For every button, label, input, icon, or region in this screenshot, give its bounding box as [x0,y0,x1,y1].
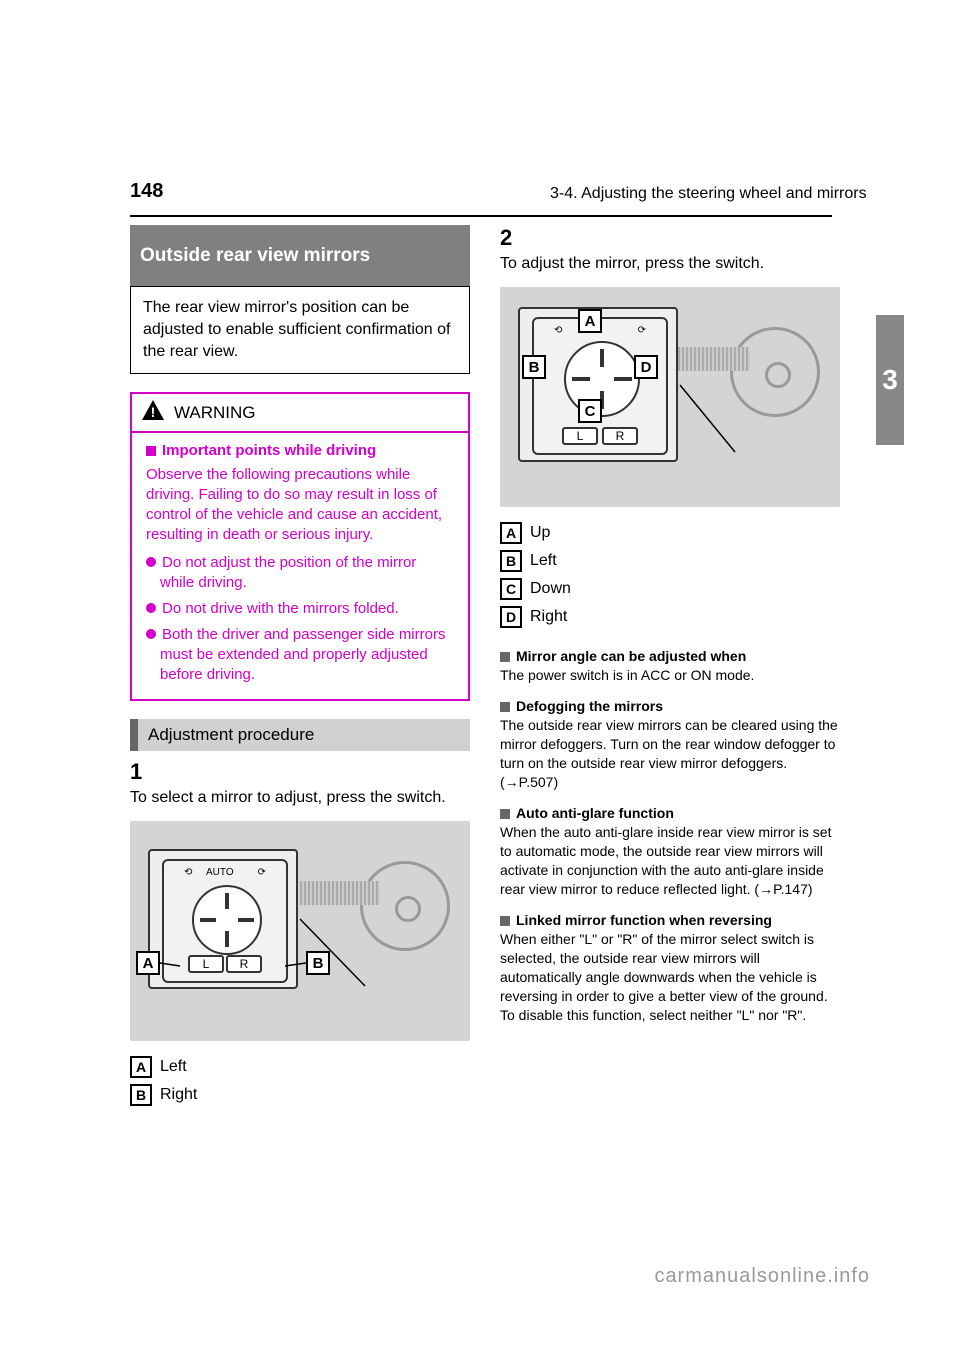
legend-row: AUp [500,519,840,547]
warning-heading-body: Observe the following precautions while … [146,465,454,545]
warning-bullet: Do not adjust the position of the mirror… [160,553,454,593]
watermark: carmanualsonline.info [654,1265,870,1288]
step2-number: 2 [500,225,840,251]
warning-heading: Important points while driving [146,441,454,461]
note-body: The power switch is in ACC or ON mode. [500,666,840,685]
right-select-button: R [226,955,262,973]
notes-section: Mirror angle can be adjusted when The po… [500,647,840,1025]
left-select-button: L [562,427,598,445]
chapter-tab: 3 [876,315,904,445]
step2-legend: AUp BLeft CDown DRight [500,519,840,631]
step2-text: To adjust the mirror, press the switch. [500,253,840,275]
fold-icon: ⟲ [554,325,562,336]
page-root: 148 3-4. Adjusting the steering wheel an… [0,0,960,1358]
warning-bullet: Both the driver and passenger side mirro… [160,625,454,685]
legend-row: BLeft [500,547,840,575]
switch-body: ⟲ ⟳ L R [532,317,668,455]
vent-icon [670,347,750,371]
callout-badge-C: C [578,399,602,423]
left-select-button: L [188,955,224,973]
callout-badge-A: A [136,951,160,975]
section-title-bar: Outside rear view mirrors [130,225,470,287]
warning-icon: ! [142,400,164,425]
page-number: 148 [130,180,163,203]
legend-row: DRight [500,603,840,631]
intro-box: The rear view mirror's position can be a… [130,286,470,374]
note-body: The outside rear view mirrors can be cle… [500,716,840,792]
legend-row: CDown [500,575,840,603]
unfold-icon: ⟳ [258,867,266,878]
note-title: Mirror angle can be adjusted when [516,648,746,664]
note-title: Auto anti-glare function [516,805,674,821]
svg-text:!: ! [151,404,156,420]
right-select-button: R [602,427,638,445]
note-item: Auto anti-glare function When the auto a… [500,804,840,899]
chapter-heading: 3-4. Adjusting the steering wheel and mi… [550,185,867,203]
dpad-icon [564,341,640,417]
callout-badge-D: D [634,355,658,379]
switch-callout: ⟲ AUTO ⟳ L R [148,849,298,989]
fold-icon: ⟲ [184,867,192,878]
unfold-icon: ⟳ [638,325,646,336]
callout-badge-A: A [578,309,602,333]
note-body: When either "L" or "R" of the mirror sel… [500,930,840,1025]
left-column: Outside rear view mirrors The rear view … [130,225,470,1109]
callout-badge-B: B [306,951,330,975]
note-title: Linked mirror function when reversing [516,912,772,928]
note-title: Defogging the mirrors [516,698,663,714]
warning-box: ! WARNING Important points while driving… [130,392,470,701]
adjustment-procedure-heading: Adjustment procedure [130,719,470,751]
note-body: When the auto anti-glare inside rear vie… [500,823,840,899]
step2-diagram: ⟲ ⟳ L R A B C D [500,287,840,507]
auto-label: AUTO [206,867,234,878]
warning-title-row: ! WARNING [132,394,468,433]
switch-body: ⟲ AUTO ⟳ L R [162,859,288,983]
vent-icon [300,881,380,905]
dpad-icon [192,885,262,955]
legend-row: BRight [130,1081,470,1109]
steering-wheel-icon [360,861,450,951]
header-rule [130,215,832,217]
step1-legend: ALeft BRight [130,1053,470,1109]
step1-number: 1 [130,759,470,785]
note-item: Defogging the mirrors The outside rear v… [500,697,840,792]
step1-diagram: ⟲ AUTO ⟳ L R A B [130,821,470,1041]
note-item: Linked mirror function when reversing Wh… [500,911,840,1025]
callout-badge-B: B [522,355,546,379]
step1-text: To select a mirror to adjust, press the … [130,787,470,809]
steering-wheel-icon [730,327,820,417]
note-item: Mirror angle can be adjusted when The po… [500,647,840,685]
warning-body: Important points while driving Observe t… [132,433,468,699]
section-title: Outside rear view mirrors [140,245,370,267]
warning-label: WARNING [174,403,256,423]
intro-text: The rear view mirror's position can be a… [143,299,450,360]
right-column: 2 To adjust the mirror, press the switch… [500,225,840,1025]
legend-row: ALeft [130,1053,470,1081]
warning-bullet: Do not drive with the mirrors folded. [160,599,454,619]
